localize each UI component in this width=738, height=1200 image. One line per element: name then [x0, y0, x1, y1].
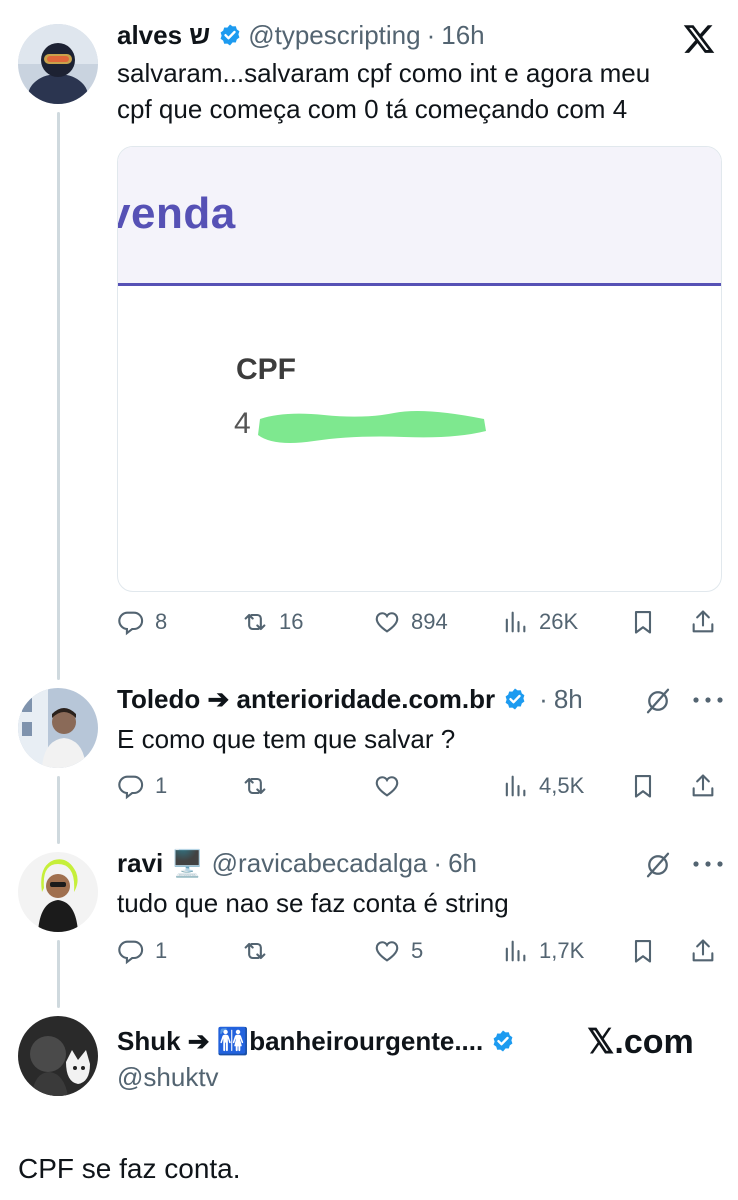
like-button[interactable]: 894 — [373, 604, 448, 640]
desktop-emoji: 🖥️ — [171, 847, 204, 878]
tweet-actions: 8 16 894 26K — [117, 604, 722, 640]
media-title: venda — [117, 189, 236, 238]
avatar[interactable] — [18, 852, 98, 932]
bookmark-icon — [634, 775, 652, 798]
repost-icon — [244, 942, 266, 960]
redaction-scribble — [258, 411, 486, 443]
tweet-text-line: cpf que começa com 0 tá começando com 4 — [117, 94, 628, 124]
reply-button[interactable]: 1 — [117, 768, 167, 804]
views-icon — [505, 940, 526, 962]
views-count: 1,7K — [539, 938, 585, 963]
tweet-header: alves ש @typescripting · 16h — [117, 18, 485, 52]
avatar[interactable] — [18, 24, 98, 104]
post-time[interactable]: 16h — [441, 20, 484, 51]
thread-line — [57, 940, 60, 1008]
repost-button[interactable] — [241, 768, 269, 804]
reply-text: E como que tem que salvar ? — [117, 724, 456, 754]
heart-icon — [375, 612, 399, 633]
author-name-prefix[interactable]: Shuk ➔ — [117, 1026, 217, 1057]
share-icon — [692, 610, 714, 633]
repost-count: 16 — [279, 609, 304, 634]
reply-count: 8 — [155, 609, 168, 634]
heart-icon — [375, 776, 399, 797]
author-name-suffix[interactable]: banheirourgente.... — [249, 1026, 483, 1057]
heart-icon — [375, 941, 399, 962]
verified-badge-icon — [218, 23, 242, 47]
separator-dot: · — [539, 683, 548, 714]
repost-icon — [244, 777, 266, 795]
focused-tweet-text: CPF se faz conta. — [18, 1153, 241, 1184]
share-button[interactable] — [689, 933, 717, 969]
xcom-watermark: 𝕏.com — [587, 1023, 694, 1061]
reply-icon — [118, 940, 144, 965]
reply-text: tudo que nao se faz conta é string — [117, 888, 509, 918]
more-options-icon[interactable] — [688, 854, 728, 874]
more-options-icon[interactable] — [688, 690, 728, 710]
views-count: 26K — [539, 609, 579, 634]
tweet-text-line: salvaram...salvaram cpf como int e agora… — [117, 58, 651, 88]
reply-count: 1 — [155, 773, 168, 798]
separator-dot: · — [426, 19, 436, 50]
reply-icon — [118, 775, 144, 800]
avatar[interactable] — [18, 1016, 98, 1096]
reply-actions: 1 4,5K — [117, 768, 722, 804]
post-time[interactable]: 6h — [448, 848, 477, 879]
avatar[interactable] — [18, 688, 98, 768]
like-button[interactable]: 5 — [373, 933, 423, 969]
like-button[interactable] — [373, 768, 401, 804]
reply-button[interactable]: 8 — [117, 604, 167, 640]
views-button[interactable]: 1,7K — [501, 933, 584, 969]
x-logo-icon — [682, 22, 716, 56]
author-handle[interactable]: @ravicabecadalga — [212, 848, 428, 879]
reply-actions: 1 5 1,7K — [117, 933, 722, 969]
views-button[interactable]: 4,5K — [501, 768, 584, 804]
bookmark-icon — [634, 611, 652, 634]
bookmark-icon — [634, 940, 652, 963]
grok-icon[interactable] — [643, 686, 673, 716]
author-name[interactable]: Toledo ➔ anterioridade.com.br — [117, 684, 495, 715]
views-icon — [505, 775, 526, 797]
post-time[interactable]: 8h — [554, 684, 583, 715]
separator-dot: · — [433, 847, 443, 878]
repost-button[interactable] — [241, 933, 269, 969]
views-count: 4,5K — [539, 773, 585, 798]
reply-header: Toledo ➔ anterioridade.com.br · 8h — [117, 682, 583, 716]
media-field-label: CPF — [236, 353, 296, 386]
share-button[interactable] — [689, 604, 717, 640]
media-field-value: 4 — [234, 407, 251, 440]
author-handle[interactable]: @typescripting — [248, 20, 420, 51]
thread-line — [57, 112, 60, 680]
reply-icon — [118, 611, 144, 636]
views-icon — [505, 611, 526, 633]
verified-badge-icon — [491, 1029, 515, 1053]
tweet-media-image[interactable]: venda CPF 4 — [117, 146, 722, 592]
reply-button[interactable]: 1 — [117, 933, 167, 969]
reply-header: ravi 🖥️ @ravicabecadalga · 6h — [117, 846, 477, 880]
share-button[interactable] — [689, 768, 717, 804]
grok-icon[interactable] — [643, 850, 673, 880]
like-count: 894 — [411, 609, 448, 634]
bookmark-button[interactable] — [629, 933, 657, 969]
reply-count: 1 — [155, 938, 168, 963]
author-handle[interactable]: @shuktv — [117, 1060, 219, 1094]
verified-badge-icon — [503, 687, 527, 711]
author-name[interactable]: alves ש — [117, 20, 210, 51]
media-header-bar: venda — [118, 147, 721, 286]
repost-button[interactable]: 16 — [241, 604, 303, 640]
bookmark-button[interactable] — [629, 768, 657, 804]
restroom-emoji: 🚻 — [216, 1025, 250, 1056]
share-icon — [692, 939, 714, 962]
views-button[interactable]: 26K — [501, 604, 578, 640]
like-count: 5 — [411, 938, 424, 963]
repost-icon — [244, 613, 266, 631]
quoted-header: Shuk ➔ 🚻 banheirourgente.... — [117, 1024, 521, 1058]
share-icon — [692, 774, 714, 797]
thread-line — [57, 776, 60, 844]
author-name[interactable]: ravi — [117, 848, 163, 879]
bookmark-button[interactable] — [629, 604, 657, 640]
